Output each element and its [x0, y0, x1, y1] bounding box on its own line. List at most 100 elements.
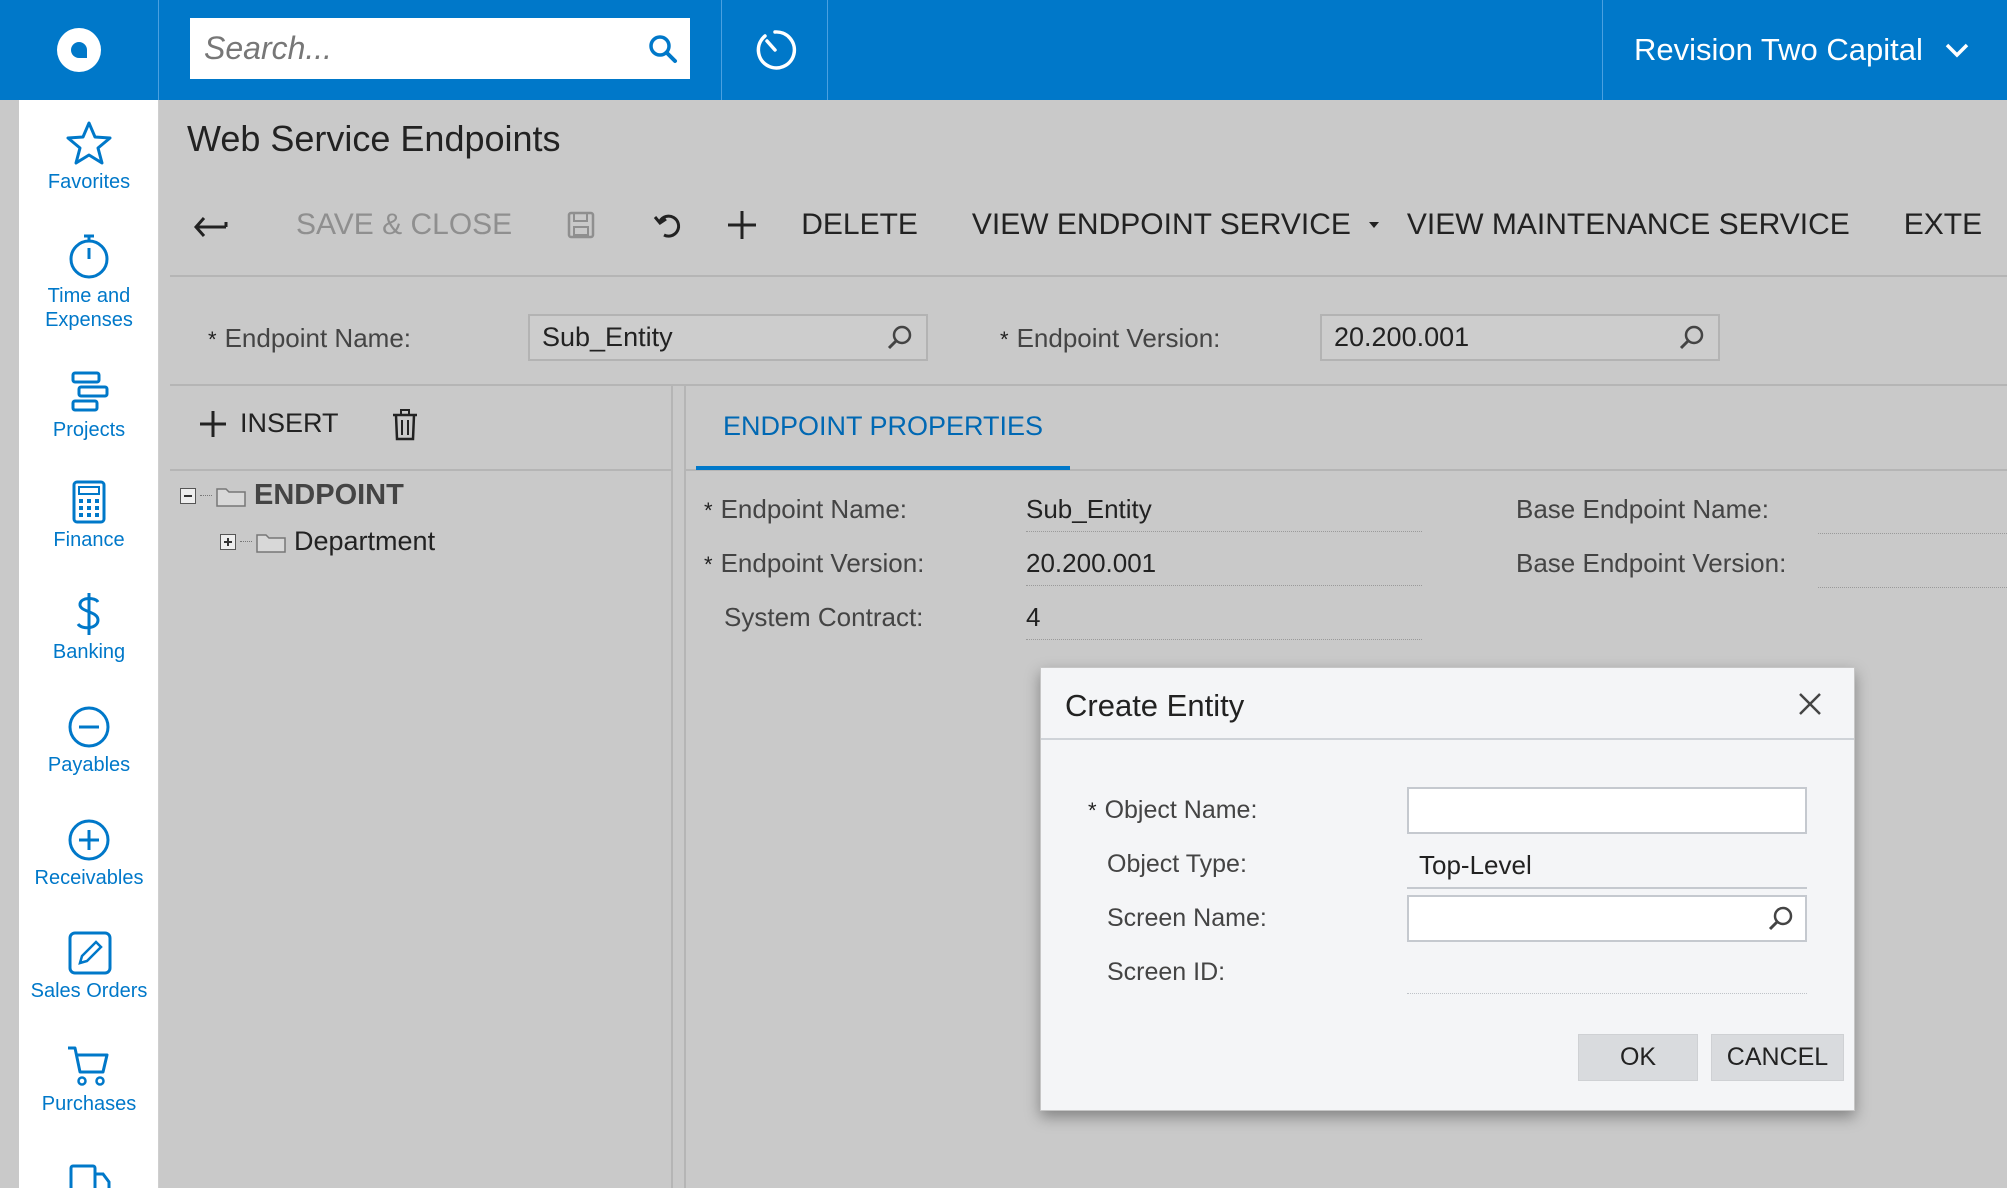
nav-label-line2: Expenses	[45, 309, 133, 331]
delivery-icon	[69, 1164, 111, 1188]
nav-item-favorites[interactable]: Favorites	[19, 120, 159, 194]
toolbar: SAVE & CLOSE DELETE VIEW ENDPOINT SERVIC…	[170, 195, 2007, 255]
prop-system-contract-label: System Contract:	[724, 602, 924, 632]
dialog-close-button[interactable]	[1796, 690, 1824, 723]
undo-button[interactable]	[652, 211, 684, 239]
company-selector[interactable]: Revision Two Capital	[1602, 0, 2007, 100]
object-type-label: Object Type:	[1107, 850, 1247, 878]
search-area	[159, 0, 722, 100]
star-icon	[66, 121, 112, 165]
nav-item-finance[interactable]: Finance	[19, 480, 159, 552]
screen-id-label: Screen ID:	[1107, 958, 1226, 986]
extend-button[interactable]: EXTE	[1904, 208, 1982, 242]
recent-history-button[interactable]	[722, 0, 828, 100]
plus-icon	[728, 211, 757, 239]
dialog-title: Create Entity	[1065, 688, 1245, 723]
endpoint-version-label-text: Endpoint Version:	[1016, 323, 1221, 353]
undo-icon	[654, 214, 681, 238]
nav-item-banking[interactable]: Banking	[19, 592, 159, 664]
required-marker: *	[208, 327, 217, 352]
search-input[interactable]	[204, 30, 648, 67]
endpoint-name-field[interactable]: Sub_Entity	[528, 314, 928, 361]
object-name-input[interactable]	[1421, 796, 1805, 825]
folder-icon	[256, 533, 286, 553]
ok-button[interactable]: OK	[1578, 1034, 1698, 1081]
cancel-button[interactable]: CANCEL	[1711, 1034, 1844, 1081]
object-name-field[interactable]	[1407, 787, 1807, 834]
nav-item-receivables[interactable]: Receivables	[19, 818, 159, 890]
tree-connector	[200, 495, 212, 496]
screen-id-value	[1407, 958, 1807, 994]
tree-node-label: ENDPOINT	[254, 479, 404, 511]
save-disk-icon	[567, 211, 595, 239]
nav-label: Payables	[47, 754, 131, 776]
calculator-icon	[72, 480, 106, 524]
history-clock-icon	[756, 30, 796, 70]
page-title: Web Service Endpoints	[187, 118, 561, 159]
prop-endpoint-version-label-text: Endpoint Version:	[720, 548, 925, 578]
view-endpoint-service-button[interactable]: VIEW ENDPOINT SERVICE	[972, 208, 1387, 242]
folder-icon	[216, 487, 246, 507]
endpoint-name-label-text: Endpoint Name:	[224, 323, 412, 353]
delete-node-button[interactable]	[390, 408, 420, 447]
tree-pane: INSERT ENDPOINT Department	[170, 386, 673, 1188]
required-marker: *	[1000, 327, 1009, 352]
insert-label: INSERT	[240, 408, 339, 438]
endpoint-version-field[interactable]: 20.200.001	[1320, 314, 1720, 361]
add-button[interactable]	[726, 209, 758, 241]
prop-base-endpoint-version-label: Base Endpoint Version:	[1516, 548, 1787, 578]
collapse-toggle-icon[interactable]	[180, 487, 196, 504]
dollar-icon	[76, 593, 100, 635]
lookup-search-icon[interactable]	[1767, 905, 1795, 933]
dialog-header: Create Entity	[1041, 668, 1854, 740]
caret-down-icon	[1368, 222, 1379, 228]
back-button[interactable]	[192, 213, 228, 237]
tab-endpoint-properties[interactable]: ENDPOINT PROPERTIES	[696, 386, 1070, 470]
nav-item-projects[interactable]: Projects	[19, 370, 159, 442]
endpoint-version-label: * Endpoint Version:	[1000, 323, 1220, 354]
object-name-label: * Object Name:	[1088, 796, 1257, 825]
endpoint-version-value: 20.200.001	[1334, 322, 1470, 352]
prop-base-endpoint-name-label: Base Endpoint Name:	[1516, 494, 1769, 524]
search-box[interactable]	[190, 18, 690, 79]
prop-base-endpoint-name-value	[1818, 494, 2007, 534]
endpoint-name-value: Sub_Entity	[542, 322, 673, 352]
nav-item-payables[interactable]: Payables	[19, 705, 159, 777]
tree-node-endpoint[interactable]: ENDPOINT	[180, 479, 404, 512]
nav-label: Finance	[53, 529, 125, 551]
screen-name-label: Screen Name:	[1107, 904, 1267, 932]
nav-item-purchases[interactable]: Purchases	[19, 1044, 159, 1116]
delete-button[interactable]: DELETE	[801, 208, 918, 242]
pencil-square-icon	[68, 931, 112, 975]
close-icon	[1799, 693, 1821, 715]
view-maintenance-service-button[interactable]: VIEW MAINTENANCE SERVICE	[1407, 208, 1850, 242]
tree-connector	[240, 541, 252, 542]
save-close-button[interactable]: SAVE & CLOSE	[296, 208, 512, 242]
nav-label: Receivables	[34, 867, 144, 889]
toolbar-divider	[170, 275, 2007, 277]
prop-endpoint-name-label: * Endpoint Name:	[704, 494, 907, 525]
prop-endpoint-version-value: 20.200.001	[1026, 548, 1422, 586]
lookup-search-icon[interactable]	[886, 324, 914, 352]
nav-item-truncated[interactable]	[19, 1162, 159, 1188]
lookup-search-icon[interactable]	[1678, 324, 1706, 352]
expand-toggle-icon[interactable]	[220, 533, 236, 550]
app-logo[interactable]	[0, 0, 159, 100]
logo-icon	[57, 28, 101, 72]
search-icon[interactable]	[648, 34, 678, 64]
nav-item-sales-orders[interactable]: Sales Orders	[19, 931, 159, 1003]
screen-name-field[interactable]	[1407, 895, 1807, 942]
prop-system-contract-value: 4	[1026, 602, 1422, 640]
plus-circle-icon	[68, 819, 110, 861]
nav-item-time-and-expenses[interactable]: Time and Expenses	[19, 232, 159, 332]
insert-button[interactable]: INSERT	[198, 408, 339, 439]
tree-node-department[interactable]: Department	[220, 526, 435, 557]
screen-name-input[interactable]	[1421, 904, 1767, 933]
company-name: Revision Two Capital	[1634, 32, 1923, 67]
object-type-value: Top-Level	[1407, 850, 1807, 889]
object-name-label-text: Object Name:	[1104, 796, 1258, 824]
save-button[interactable]	[566, 210, 596, 240]
nav-label: Purchases	[41, 1093, 137, 1115]
left-nav: Favorites Time and Expenses Projects Fin…	[0, 100, 159, 1188]
stopwatch-icon	[69, 234, 109, 279]
